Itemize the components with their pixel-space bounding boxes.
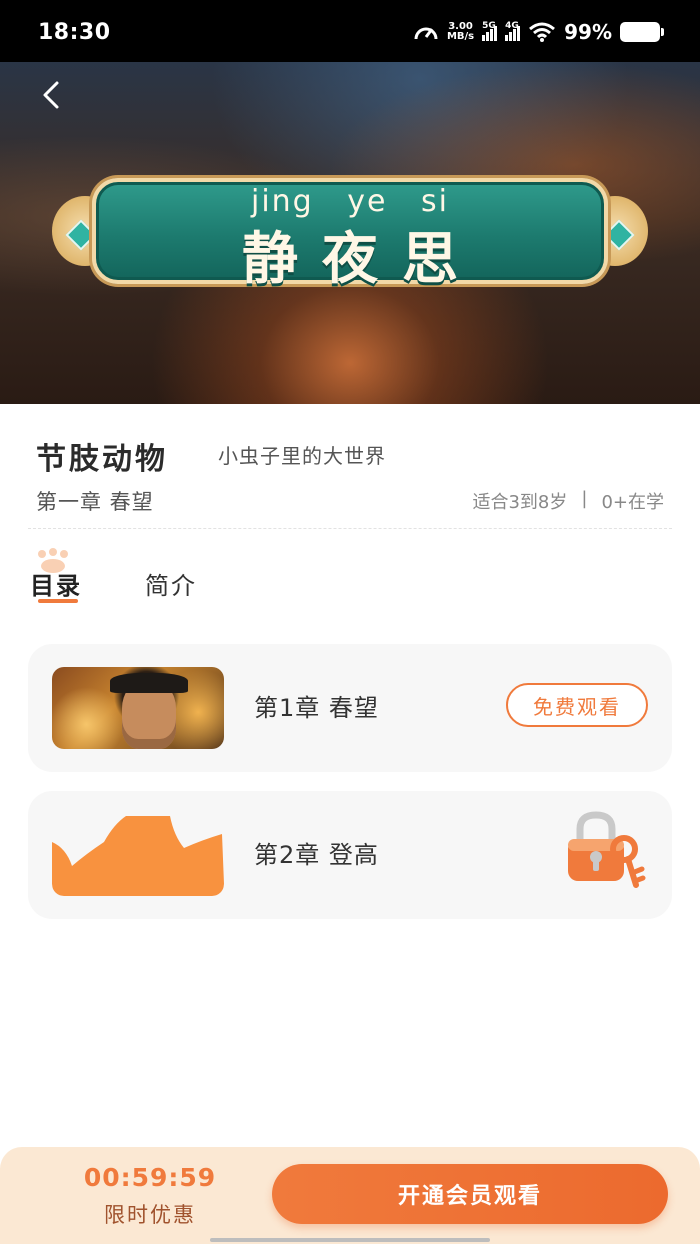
- sim1-label: 5G: [482, 21, 496, 31]
- speedometer-icon: [414, 27, 438, 40]
- battery-percent: 99%: [564, 20, 612, 44]
- tab-intro[interactable]: 简介: [145, 566, 197, 601]
- signal-5g-icon: 5G: [482, 21, 498, 41]
- promo-label: 限时优惠: [104, 1203, 196, 1227]
- thumbnail-hat: [110, 673, 188, 693]
- network-speed-unit: MB/s: [446, 31, 475, 42]
- course-meta: 适合3到8岁 | 0+在学: [472, 488, 664, 514]
- title-plaque: jing ye si 静夜思: [50, 174, 650, 292]
- lock-and-key-icon: [568, 811, 646, 888]
- tab-bar: 目录 简介: [0, 548, 700, 608]
- signal-4g-icon: 4G: [505, 21, 521, 41]
- wifi-icon: [529, 22, 556, 42]
- tab-active-indicator: [38, 599, 78, 603]
- chevron-left-icon: [43, 81, 59, 109]
- divider: [28, 528, 672, 529]
- status-bar: 18:30 3.00 MB/s 5G 4G 99%: [0, 0, 700, 62]
- free-watch-button[interactable]: 免费观看: [506, 683, 648, 727]
- back-button[interactable]: [34, 78, 68, 112]
- chapter-title: 第1章 春望: [254, 694, 379, 722]
- age-range: 适合3到8岁: [472, 492, 568, 513]
- course-subtitle: 小虫子里的大世界: [218, 444, 386, 468]
- course-name: 节肢动物: [36, 442, 168, 477]
- placeholder-shape-icon: [52, 816, 224, 896]
- status-icons: 3.00 MB/s 5G 4G 99%: [413, 18, 664, 46]
- chapter-item[interactable]: 第2章 登高: [28, 791, 672, 919]
- battery-icon: [620, 22, 664, 42]
- sim2-label: 4G: [505, 21, 519, 31]
- learner-count: 0+在学: [601, 492, 664, 513]
- network-speed: 3.00 MB/s: [447, 22, 474, 42]
- meta-separator: |: [581, 488, 588, 509]
- countdown-timer: 00:59:59: [83, 1163, 217, 1192]
- course-info: 节肢动物 小虫子里的大世界 第一章 春望 适合3到8岁 | 0+在学: [0, 404, 700, 530]
- open-membership-button[interactable]: 开通会员观看: [272, 1164, 668, 1224]
- poem-title: 静夜思: [242, 227, 482, 292]
- chapter-item[interactable]: 第1章 春望 免费观看: [28, 644, 672, 772]
- chapter-thumbnail: [52, 667, 224, 749]
- chapter-title: 第2章 登高: [254, 841, 379, 869]
- tab-catalog[interactable]: 目录: [30, 566, 82, 601]
- status-time: 18:30: [38, 20, 111, 45]
- hero-banner: jing ye si 静夜思: [0, 62, 700, 404]
- bottom-purchase-bar: 00:59:59 限时优惠 开通会员观看: [0, 1147, 700, 1244]
- current-chapter: 第一章 春望: [36, 490, 154, 514]
- chapter-thumbnail-placeholder: [52, 814, 224, 896]
- home-indicator[interactable]: [210, 1238, 490, 1242]
